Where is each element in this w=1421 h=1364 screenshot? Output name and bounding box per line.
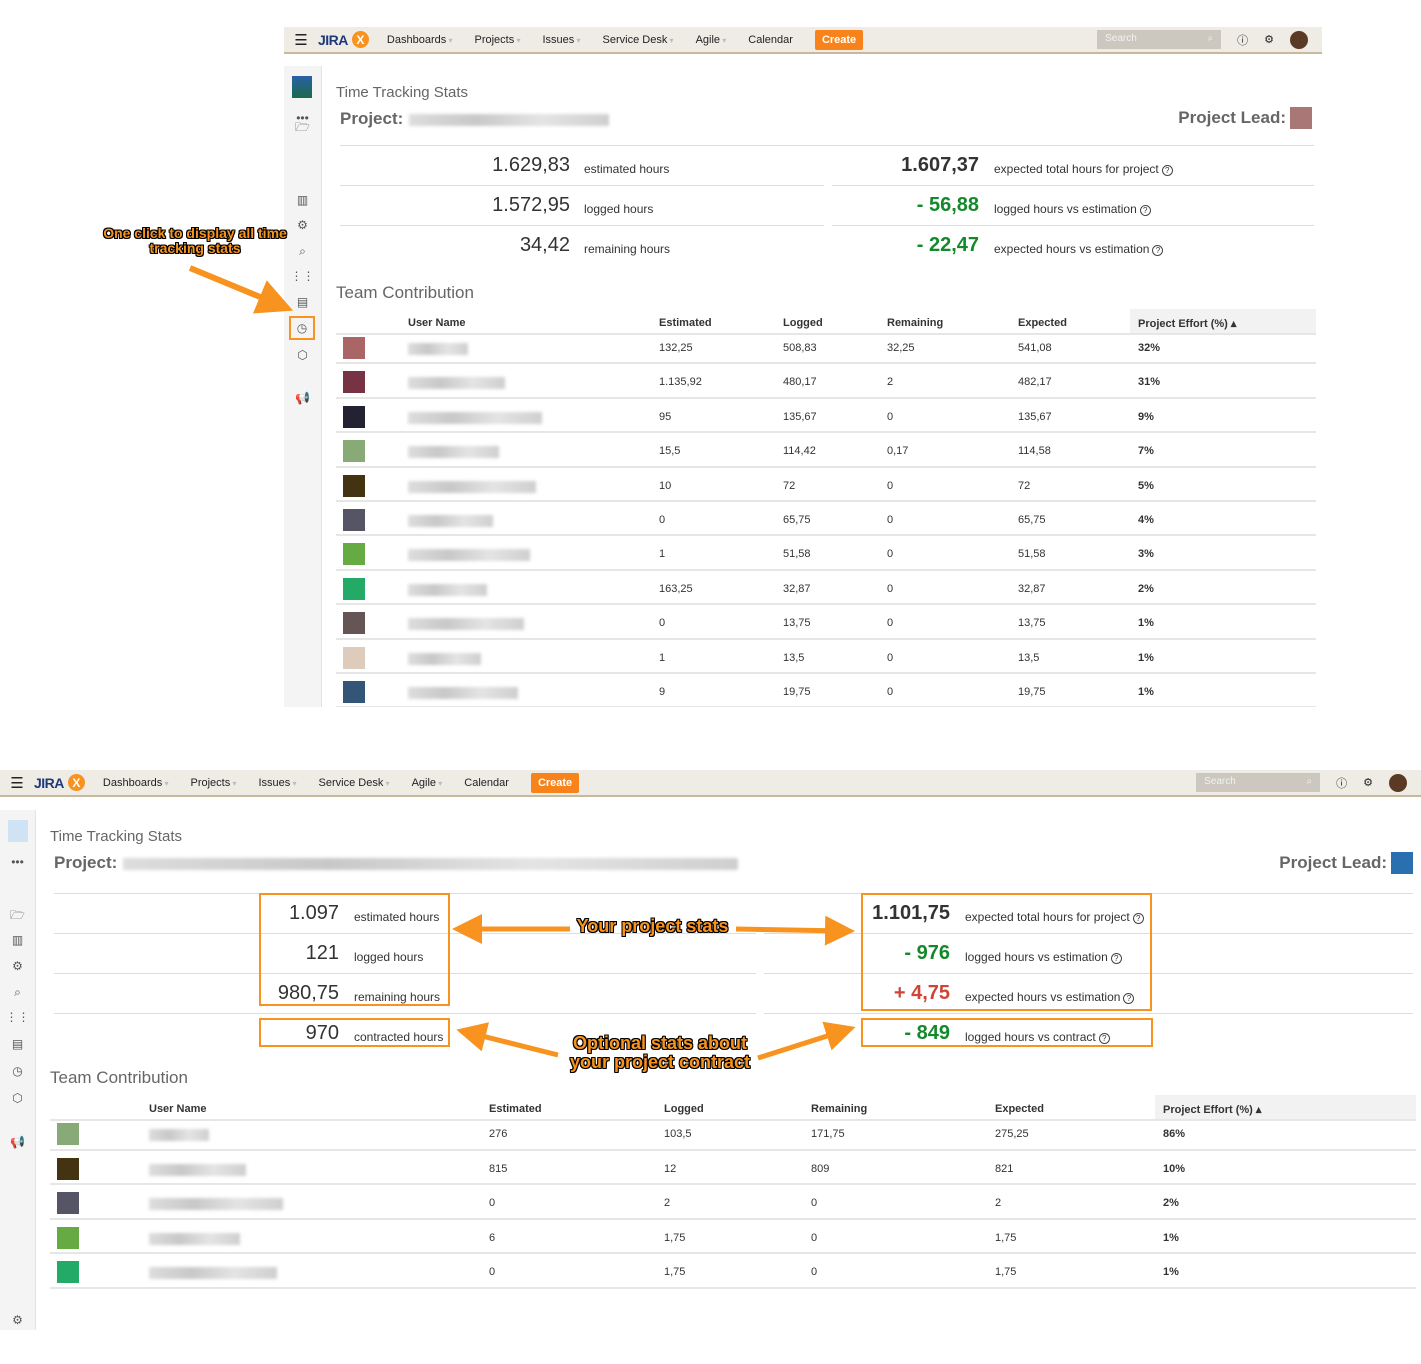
arrow-left-contract xyxy=(456,1022,559,1058)
annotation-project-stats: Your project stats xyxy=(576,916,729,936)
arrow-right-contract xyxy=(757,1021,856,1061)
arrow-to-clock xyxy=(188,265,294,314)
annotation-arrows xyxy=(188,265,856,1061)
annotation-contract-stats: Optional stats about your project contra… xyxy=(569,1033,751,1072)
arrow-right-stats xyxy=(735,915,855,946)
annotation-one-click: One click to display all time tracking s… xyxy=(103,225,287,256)
